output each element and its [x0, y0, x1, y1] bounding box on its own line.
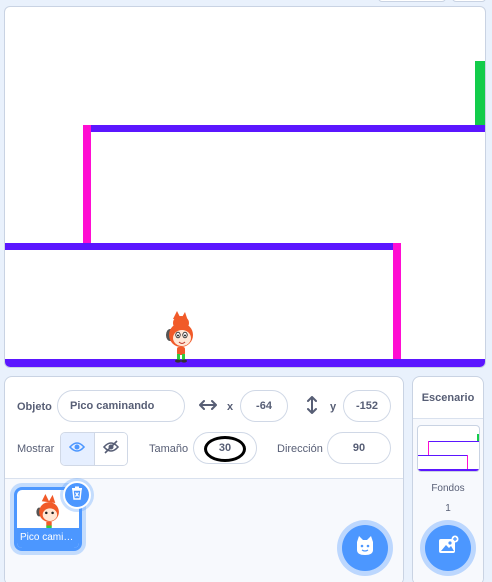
cat-plus-icon: [353, 534, 377, 563]
platform-floor: [5, 359, 485, 367]
highlight-circle: [204, 436, 246, 462]
goal-block: [475, 61, 485, 125]
add-sprite-button[interactable]: [342, 525, 388, 571]
direction-input[interactable]: 90: [327, 432, 391, 464]
platform-middle: [5, 243, 401, 250]
eye-icon: [69, 440, 86, 458]
platform-upper: [83, 125, 485, 132]
stage-graphics: [5, 61, 485, 367]
visibility-toggle: [60, 432, 128, 466]
stage-canvas[interactable]: [4, 6, 486, 368]
x-input[interactable]: -64: [240, 390, 288, 422]
backdrops-label: Fondos: [431, 483, 465, 494]
backdrops-count: 1: [445, 503, 451, 514]
sprite-list: Pico cami…: [5, 479, 403, 582]
vertical-arrows-icon: [305, 396, 319, 419]
wall-upper: [83, 125, 91, 243]
toolbar-stub: [378, 0, 446, 2]
eye-slash-icon: [102, 439, 119, 459]
pico-sprite: [166, 311, 193, 363]
add-backdrop-button[interactable]: [425, 525, 471, 571]
stage-selector-title: Escenario: [413, 377, 483, 419]
show-label: Mostrar: [17, 443, 55, 455]
trash-icon: [70, 486, 84, 505]
size-label: Tamaño: [149, 443, 189, 455]
backdrop-thumbnail[interactable]: [417, 425, 480, 472]
y-input[interactable]: -152: [343, 390, 391, 422]
hide-button[interactable]: [94, 433, 127, 465]
wall-middle: [393, 243, 401, 361]
direction-label: Dirección: [277, 443, 323, 455]
sprite-info-row: Objeto Pico caminando x -64 y -152 Mostr…: [5, 377, 403, 479]
x-label: x: [227, 401, 234, 413]
horizontal-arrows-icon: [199, 398, 217, 417]
sprite-tile-name: Pico cami…: [17, 528, 79, 548]
sprite-name-label: Objeto: [17, 401, 52, 413]
delete-sprite-button[interactable]: [63, 481, 91, 509]
image-plus-icon: [437, 535, 459, 562]
sprite-name-input[interactable]: Pico caminando: [57, 390, 185, 422]
y-label: y: [330, 401, 337, 413]
toolbar-stub: [452, 0, 486, 2]
show-button[interactable]: [61, 433, 95, 465]
